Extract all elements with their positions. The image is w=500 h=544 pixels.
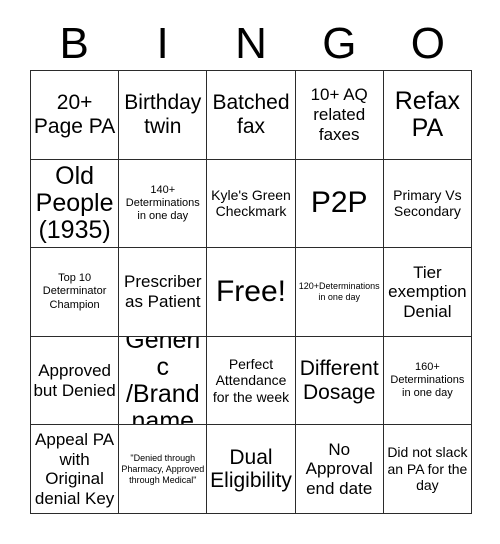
bingo-square-r4c1[interactable]: Approved but Denied — [31, 336, 120, 426]
bingo-square-label: "Denied through Pharmacy, Approved throu… — [121, 452, 205, 485]
bingo-square-label: Birthday twin — [124, 91, 202, 138]
bingo-square-r1c1[interactable]: 20+ Page PA — [31, 71, 120, 160]
bingo-header-letter-b: B — [59, 19, 89, 68]
bingo-square-label: 120+Determinations in one day — [298, 281, 380, 302]
bingo-square-r5c1[interactable]: Appeal PA with Original denial Key — [31, 425, 120, 514]
bingo-square-label: P2P — [310, 186, 368, 220]
bingo-square-r2c2[interactable]: 140+ Determinations in one day — [119, 159, 208, 249]
bingo-square-r4c5[interactable]: 160+ Determinations in one day — [383, 336, 472, 426]
bingo-header-row: B I N G O — [30, 18, 472, 70]
bingo-header-letter-n: N — [235, 19, 267, 68]
bingo-square-r2c4[interactable]: P2P — [295, 159, 384, 249]
bingo-square-label: Generic /Brand name — [125, 336, 201, 426]
bingo-header-letter-g: G — [322, 19, 357, 68]
bingo-square-label: 140+ Determinations in one day — [125, 183, 200, 222]
bingo-square-r5c3[interactable]: Dual Eligibility — [207, 425, 296, 514]
bingo-square-r1c4[interactable]: 10+ AQ related faxes — [295, 71, 384, 160]
bingo-square-label: Kyle's Green Checkmark — [211, 186, 291, 220]
bingo-square-label: Perfect Attendance for the week — [212, 355, 290, 405]
bingo-square-label: Old People (1935) — [35, 161, 114, 244]
bingo-square-free[interactable]: Free! — [207, 248, 296, 337]
bingo-square-label: Prescriber as Patient — [124, 272, 202, 311]
bingo-square-r4c4[interactable]: Different Dosage — [295, 336, 384, 426]
bingo-square-r2c1[interactable]: Old People (1935) — [31, 159, 120, 249]
bingo-square-r1c3[interactable]: Batched fax — [207, 71, 296, 160]
bingo-square-label: Appeal PA with Original denial Key — [34, 430, 115, 508]
bingo-square-r1c2[interactable]: Birthday twin — [119, 71, 208, 160]
bingo-square-label: Did not slack an PA for the day — [387, 444, 468, 494]
bingo-square-r3c1[interactable]: Top 10 Determinator Champion — [31, 248, 120, 337]
bingo-square-label: 10+ AQ related faxes — [310, 85, 368, 144]
bingo-square-label: Top 10 Determinator Champion — [42, 272, 107, 311]
bingo-square-r3c5[interactable]: Tier exemption Denial — [383, 248, 472, 337]
bingo-square-r2c5[interactable]: Primary Vs Secondary — [383, 159, 472, 249]
bingo-grid: 20+ Page PA Birthday twin Batched fax 10… — [30, 70, 472, 514]
bingo-header-letter-o: O — [410, 19, 445, 68]
bingo-square-label: No Approval end date — [305, 439, 373, 498]
bingo-square-label: Free! — [215, 275, 286, 309]
bingo-header-letter-i: I — [156, 19, 169, 68]
bingo-square-label: Tier exemption Denial — [388, 262, 467, 321]
bingo-square-label: Approved but Denied — [33, 361, 116, 400]
bingo-square-r5c4[interactable]: No Approval end date — [295, 425, 384, 514]
bingo-square-r4c2[interactable]: Generic /Brand name — [119, 336, 208, 426]
bingo-square-label: Different Dosage — [299, 357, 379, 404]
bingo-square-r5c5[interactable]: Did not slack an PA for the day — [383, 425, 472, 514]
bingo-square-r5c2[interactable]: "Denied through Pharmacy, Approved throu… — [119, 425, 208, 514]
bingo-square-label: Dual Eligibility — [210, 445, 292, 493]
bingo-square-label: Primary Vs Secondary — [393, 186, 462, 220]
bingo-square-label: Refax PA — [394, 86, 461, 142]
bingo-square-r4c3[interactable]: Perfect Attendance for the week — [207, 336, 296, 426]
bingo-card: B I N G O 20+ Page PA Birthday twin Batc… — [0, 0, 500, 544]
bingo-square-label: 160+ Determinations in one day — [390, 360, 465, 400]
bingo-square-r1c5[interactable]: Refax PA — [383, 71, 472, 160]
bingo-square-label: 20+ Page PA — [33, 91, 116, 138]
bingo-square-label: Batched fax — [212, 91, 290, 138]
bingo-square-r3c4[interactable]: 120+Determinations in one day — [295, 248, 384, 337]
bingo-square-r2c3[interactable]: Kyle's Green Checkmark — [207, 159, 296, 249]
bingo-square-r3c2[interactable]: Prescriber as Patient — [119, 248, 208, 337]
